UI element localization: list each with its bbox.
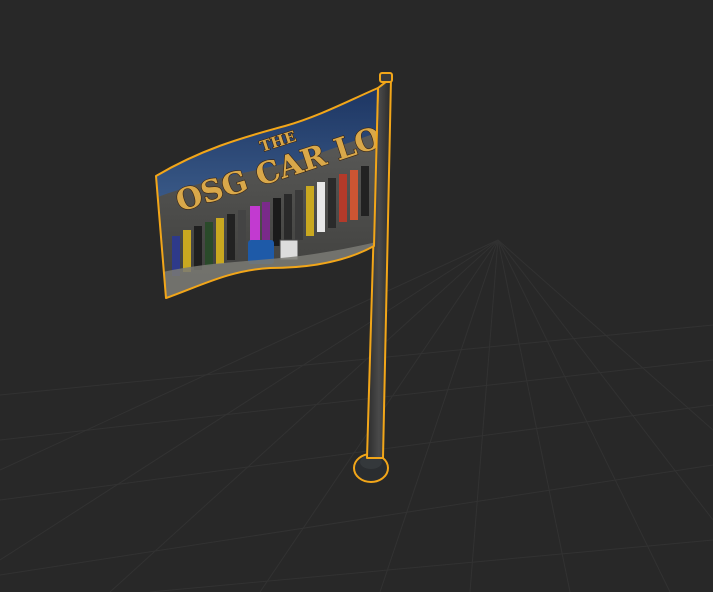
ground-grid — [0, 239, 713, 592]
flag-artwork: THE OSG CAR LOT — [156, 88, 378, 298]
pole-finial — [379, 72, 393, 83]
viewport-canvas[interactable]: THE OSG CAR LOT — [0, 0, 713, 592]
flag[interactable]: THE OSG CAR LOT — [150, 80, 408, 305]
3d-viewport[interactable]: THE OSG CAR LOT — [0, 0, 713, 592]
